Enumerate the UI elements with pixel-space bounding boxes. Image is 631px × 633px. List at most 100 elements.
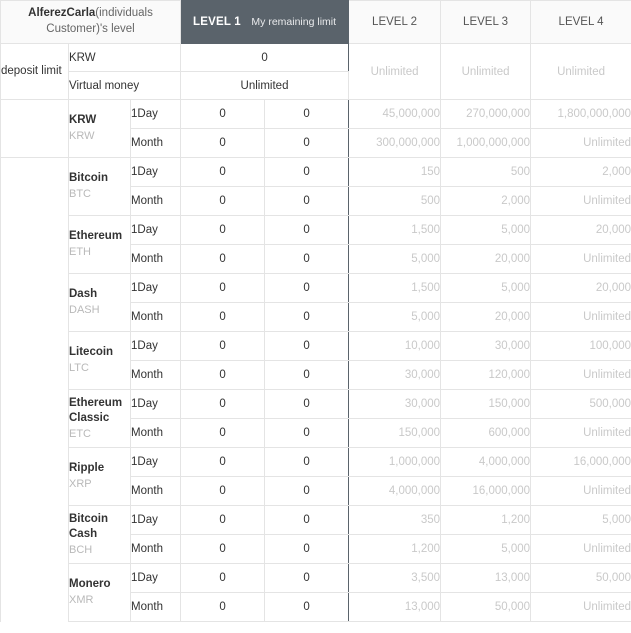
coin-remaining-value: 0 bbox=[264, 331, 350, 361]
coin-level4-value: Unlimited bbox=[530, 302, 631, 332]
level-1-header[interactable]: LEVEL 1 My remaining limit bbox=[180, 0, 350, 44]
coin-level3-value: 150,000 bbox=[440, 389, 532, 419]
coin-current-value: 0 bbox=[180, 447, 266, 477]
period-label: Month bbox=[129, 128, 182, 158]
coin-name: Ethereum Classic bbox=[69, 396, 123, 425]
period-label: Month bbox=[129, 186, 182, 216]
coin-level4-value: 1,800,000,000 bbox=[530, 99, 631, 129]
coin-row: Bitcoin BTC 1Day 0 0 150 500 2,000 bbox=[0, 157, 631, 216]
period-label: 1Day bbox=[129, 505, 182, 535]
my-remaining-limit-label: My remaining limit bbox=[251, 16, 337, 28]
coin-symbol: XMR bbox=[69, 593, 94, 606]
period-label: Month bbox=[129, 476, 182, 506]
coin-remaining-value: 0 bbox=[264, 244, 350, 274]
coin-current-value: 0 bbox=[180, 563, 266, 593]
table-header: AlferezCarla(individuals Customer)'s lev… bbox=[0, 0, 631, 44]
period-label: Month bbox=[129, 302, 182, 332]
coin-level2-value: 150,000 bbox=[348, 418, 442, 448]
period-label: 1Day bbox=[129, 157, 182, 187]
coin-name-cell: Ethereum ETH bbox=[68, 215, 131, 274]
coin-name: Bitcoin bbox=[69, 172, 108, 185]
coin-level3-value: 1,000,000,000 bbox=[440, 128, 532, 158]
coin-level3-value: 20,000 bbox=[440, 244, 532, 274]
customer-level-header: AlferezCarla(individuals Customer)'s lev… bbox=[0, 0, 182, 44]
period-label: 1Day bbox=[129, 447, 182, 477]
coin-remaining-value: 0 bbox=[264, 505, 350, 535]
coin-level3-value: 2,000 bbox=[440, 186, 532, 216]
coin-name: Bitcoin Cash bbox=[69, 512, 108, 541]
coin-name: Dash bbox=[69, 288, 98, 301]
deposit-limit-page: AlferezCarla(individuals Customer)'s lev… bbox=[0, 0, 631, 633]
coin-current-value: 0 bbox=[180, 389, 266, 419]
coin-name-cell: Dash DASH bbox=[68, 273, 131, 332]
coin-level4-value: Unlimited bbox=[530, 534, 631, 564]
coin-name: Ripple bbox=[69, 462, 105, 475]
row-group-spacer bbox=[0, 447, 69, 506]
coin-remaining-value: 0 bbox=[264, 360, 350, 390]
coin-row: KRW KRW 1Day 0 0 45,000,000 270,000,000 1,800,0… bbox=[0, 99, 631, 158]
coin-current-value: 0 bbox=[180, 273, 266, 303]
period-label: Month bbox=[129, 592, 182, 622]
coin-name: Litecoin bbox=[69, 346, 114, 359]
coin-level4-value: Unlimited bbox=[530, 244, 631, 274]
coin-current-value: 0 bbox=[180, 215, 266, 245]
coin-remaining-value: 0 bbox=[264, 273, 350, 303]
level-1-label: LEVEL 1 bbox=[193, 16, 241, 28]
deposit-limit-table: AlferezCarla(individuals Customer)'s lev… bbox=[0, 0, 631, 622]
coin-level3-value: 13,000 bbox=[440, 563, 532, 593]
coin-level4-value: 5,000 bbox=[530, 505, 631, 535]
table-body: deposit limit KRW 0 Unlimited Unlimited … bbox=[0, 43, 631, 622]
row-group-spacer bbox=[0, 99, 69, 158]
row-group-spacer bbox=[0, 389, 69, 448]
period-label: 1Day bbox=[129, 389, 182, 419]
coin-row: Litecoin LTC 1Day 0 0 10,000 30,000 100,000 bbox=[0, 331, 631, 390]
coin-name-cell: Monero XMR bbox=[68, 563, 131, 622]
deposit-level2-value: Unlimited bbox=[348, 43, 442, 100]
coin-level4-value: 100,000 bbox=[530, 331, 631, 361]
period-label: Month bbox=[129, 418, 182, 448]
coin-level4-value: Unlimited bbox=[530, 418, 631, 448]
coin-level2-value: 3,500 bbox=[348, 563, 442, 593]
level-2-header[interactable]: LEVEL 2 bbox=[348, 0, 442, 44]
row-group-spacer bbox=[0, 505, 69, 564]
coin-level2-value: 1,500 bbox=[348, 215, 442, 245]
coin-current-value: 0 bbox=[180, 476, 266, 506]
period-label: 1Day bbox=[129, 331, 182, 361]
period-label: 1Day bbox=[129, 273, 182, 303]
coin-current-value: 0 bbox=[180, 244, 266, 274]
row-group-spacer bbox=[0, 331, 69, 390]
coin-level2-value: 1,200 bbox=[348, 534, 442, 564]
coin-level4-value: Unlimited bbox=[530, 476, 631, 506]
deposit-virtual-money-label: Virtual money bbox=[67, 71, 182, 100]
coin-level3-value: 50,000 bbox=[440, 592, 532, 622]
coin-symbol: DASH bbox=[69, 303, 100, 316]
period-label: 1Day bbox=[129, 99, 182, 129]
coin-level3-value: 20,000 bbox=[440, 302, 532, 332]
coin-current-value: 0 bbox=[180, 331, 266, 361]
coin-level4-value: 500,000 bbox=[530, 389, 631, 419]
coin-current-value: 0 bbox=[180, 128, 266, 158]
coin-level3-value: 500 bbox=[440, 157, 532, 187]
deposit-limit-krw-row: deposit limit KRW 0 Unlimited Unlimited … bbox=[0, 43, 631, 100]
coin-row: Ethereum Classic ETC 1Day 0 0 30,000 150,000 50… bbox=[0, 389, 631, 448]
coin-level3-value: 5,000 bbox=[440, 273, 532, 303]
coin-level2-value: 4,000,000 bbox=[348, 476, 442, 506]
row-group-spacer bbox=[0, 273, 69, 332]
coin-row: Monero XMR 1Day 0 0 3,500 13,000 50,000 bbox=[0, 563, 631, 622]
coin-level2-value: 30,000 bbox=[348, 389, 442, 419]
coin-level2-value: 300,000,000 bbox=[348, 128, 442, 158]
coin-current-value: 0 bbox=[180, 505, 266, 535]
coin-remaining-value: 0 bbox=[264, 476, 350, 506]
coin-remaining-value: 0 bbox=[264, 418, 350, 448]
deposit-krw-label: KRW bbox=[67, 43, 182, 72]
period-label: Month bbox=[129, 244, 182, 274]
coin-remaining-value: 0 bbox=[264, 186, 350, 216]
coin-level2-value: 5,000 bbox=[348, 244, 442, 274]
deposit-level3-value: Unlimited bbox=[440, 43, 532, 100]
coin-name-cell: Bitcoin Cash BCH bbox=[68, 505, 131, 564]
level-3-header[interactable]: LEVEL 3 bbox=[440, 0, 532, 44]
level-4-header[interactable]: LEVEL 4 bbox=[530, 0, 631, 44]
coin-symbol: BCH bbox=[69, 543, 93, 556]
coin-remaining-value: 0 bbox=[264, 563, 350, 593]
coin-remaining-value: 0 bbox=[264, 302, 350, 332]
